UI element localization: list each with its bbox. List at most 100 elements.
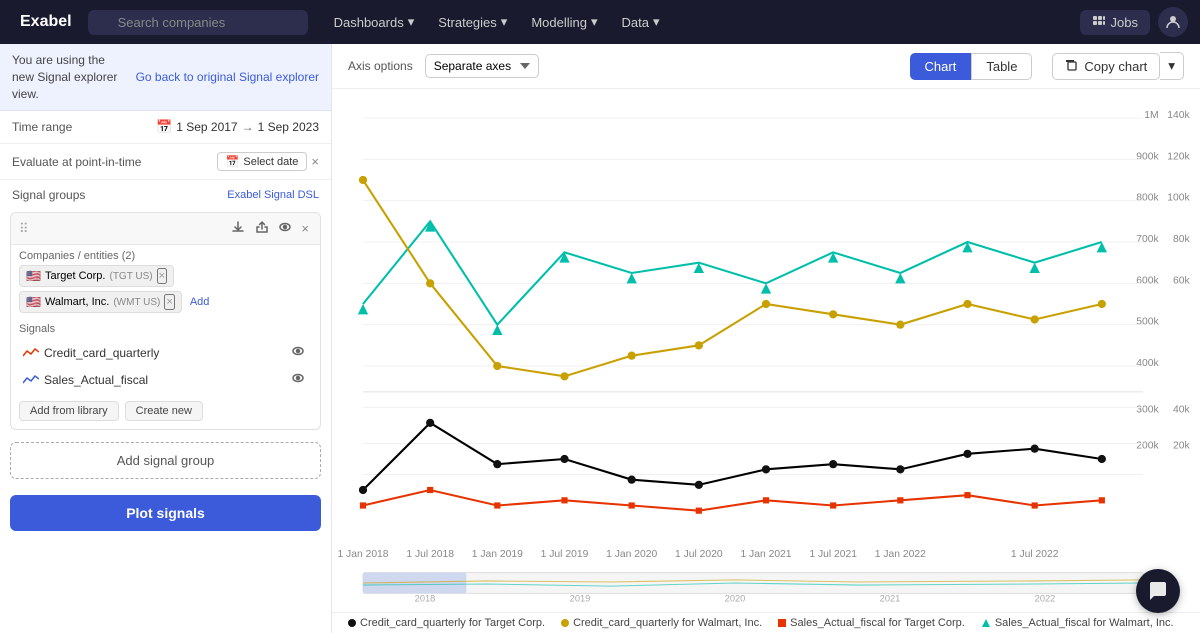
table-view-button[interactable]: Table [971,53,1032,80]
svg-text:1 Jul 2022: 1 Jul 2022 [1011,549,1059,560]
menu-data[interactable]: Data ▾ [612,10,670,34]
signal-name-sales: Sales_Actual_fiscal [23,373,148,387]
time-range-value: 📅 1 Sep 2017 → 1 Sep 2023 [156,119,319,135]
svg-text:400k: 400k [1136,358,1159,369]
share-icon [255,220,269,234]
search-input[interactable] [88,10,308,35]
chat-icon [1148,581,1168,601]
svg-text:1M: 1M [1144,110,1158,121]
left-panel: You are using the new Signal explorer vi… [0,44,332,633]
signal-row-sales: Sales_Actual_fiscal [19,366,312,393]
svg-text:2021: 2021 [880,594,901,604]
svg-text:20k: 20k [1173,441,1190,452]
companies-label: Companies / entities (2) [11,245,320,265]
add-signal-group-button[interactable]: Add signal group [10,442,321,479]
chart-legend: Credit_card_quarterly for Target Corp. C… [332,612,1200,633]
time-range-label: Time range [12,120,72,134]
svg-text:300k: 300k [1136,405,1159,416]
create-new-button[interactable]: Create new [125,401,203,421]
add-company-button[interactable]: Add [186,294,214,310]
copy-icon [1065,59,1079,73]
user-icon [1165,14,1181,30]
clear-date-button[interactable]: × [311,154,319,169]
back-to-original-link[interactable]: Go back to original Signal explorer [136,70,319,84]
flag-us-tgt: 🇺🇸 [26,269,41,283]
menu-modelling[interactable]: Modelling ▾ [521,10,607,34]
eye-icon-sales [291,371,305,385]
copy-chart-button[interactable]: Copy chart [1052,53,1160,80]
drag-handle[interactable]: ⠿ [19,221,29,237]
flag-us-wmt: 🇺🇸 [26,295,41,309]
signal-row-credit: Credit_card_quarterly [19,339,312,366]
copy-chart-wrapper: Copy chart ▾ [1044,52,1184,80]
company-tag-tgt: 🇺🇸 Target Corp. (TGT US) × [19,265,174,287]
signal-group-card: ⠿ [10,212,321,430]
chart-view-button[interactable]: Chart [910,53,972,80]
add-from-library-button[interactable]: Add from library [19,401,119,421]
legend-square-tgt-sales [778,619,786,627]
svg-text:200k: 200k [1136,441,1159,452]
svg-text:1 Jul 2020: 1 Jul 2020 [675,549,723,560]
arrow-icon: → [242,120,254,134]
download-button[interactable] [228,218,248,239]
banner: You are using the new Signal explorer vi… [0,44,331,111]
share-button[interactable] [252,218,272,239]
banner-text: You are using the new Signal explorer vi… [12,52,128,102]
companies-list: 🇺🇸 Target Corp. (TGT US) × 🇺🇸 Walmart, I… [11,265,320,319]
calendar-small-icon: 📅 [226,155,240,168]
top-menu: Dashboards ▾ Strategies ▾ Modelling ▾ Da… [324,10,670,34]
exabel-dsl-link[interactable]: Exabel Signal DSL [227,189,319,201]
ticker-wmt: (WMT US) [113,297,160,308]
svg-text:1 Jul 2019: 1 Jul 2019 [541,549,589,560]
remove-wmt-button[interactable]: × [164,294,174,310]
time-range-end: 1 Sep 2023 [258,120,319,134]
svg-text:1 Jan 2019: 1 Jan 2019 [472,549,523,560]
svg-text:800k: 800k [1136,193,1159,204]
axis-options-select[interactable]: Separate axes Combined axis [425,54,539,78]
signal-group-card-header: ⠿ [11,213,320,245]
chart-area: 1M 900k 800k 700k 600k 500k 400k 140k 12… [332,89,1200,612]
eye-icon-credit [291,344,305,358]
legend-triangle-wmt-sales [981,618,991,628]
ticker-tgt: (TGT US) [109,271,152,282]
svg-text:100k: 100k [1167,193,1190,204]
signal-groups-header: Signal groups Exabel Signal DSL [0,180,331,206]
svg-text:600k: 600k [1136,275,1159,286]
visibility-button[interactable] [276,218,294,239]
app-logo: Exabel [12,13,80,31]
signal-btn-row: Add from library Create new [11,397,320,429]
top-navigation: Exabel Dashboards ▾ Strategies ▾ Modelli… [0,0,1200,44]
menu-strategies[interactable]: Strategies ▾ [428,10,517,34]
chat-button[interactable] [1136,569,1180,613]
chart-svg: 1M 900k 800k 700k 600k 500k 400k 140k 12… [332,89,1200,612]
svg-text:2018: 2018 [415,594,436,604]
jobs-button[interactable]: Jobs [1080,10,1150,35]
svg-text:1 Jan 2021: 1 Jan 2021 [740,549,791,560]
signal-groups-label: Signal groups [12,188,85,202]
eye-icon [278,220,292,234]
close-card-button[interactable]: × [298,218,312,239]
legend-tgt-credit: Credit_card_quarterly for Target Corp. [348,617,545,629]
svg-text:1 Jan 2020: 1 Jan 2020 [606,549,657,560]
time-range-row: Time range 📅 1 Sep 2017 → 1 Sep 2023 [0,111,331,144]
remove-tgt-button[interactable]: × [157,268,167,284]
legend-wmt-credit: Credit_card_quarterly for Walmart, Inc. [561,617,762,629]
plot-signals-button[interactable]: Plot signals [10,495,321,531]
download-icon [231,220,245,234]
toggle-sales-visibility[interactable] [288,369,308,390]
signal-line-icon-credit [23,347,39,359]
svg-text:1 Jul 2021: 1 Jul 2021 [809,549,857,560]
axis-options-label: Axis options [348,59,413,73]
select-date-button[interactable]: 📅 Select date [217,152,308,171]
more-options-button[interactable]: ▾ [1160,52,1184,80]
main-layout: You are using the new Signal explorer vi… [0,44,1200,633]
company-name-tgt: Target Corp. [45,270,106,282]
company-name-wmt: Walmart, Inc. [45,296,109,308]
legend-wmt-sales: Sales_Actual_fiscal for Walmart, Inc. [981,617,1174,629]
toggle-credit-visibility[interactable] [288,342,308,363]
signal-name-credit: Credit_card_quarterly [23,346,159,360]
user-icon-button[interactable] [1158,7,1188,37]
company-tag-wmt: 🇺🇸 Walmart, Inc. (WMT US) × [19,291,182,313]
menu-dashboards[interactable]: Dashboards ▾ [324,10,425,34]
svg-text:500k: 500k [1136,317,1159,328]
